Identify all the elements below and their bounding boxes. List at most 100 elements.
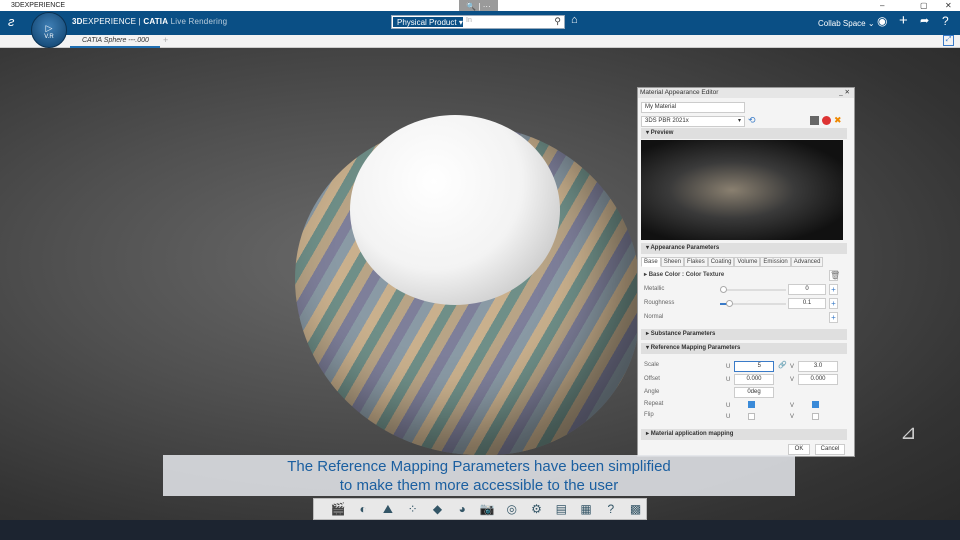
user-icon[interactable]: ◉ — [877, 14, 887, 28]
flip-v-checkbox[interactable] — [812, 413, 819, 420]
close-button[interactable]: ✕ — [945, 0, 952, 11]
tutorial-caption: The Reference Mapping Parameters have be… — [163, 455, 795, 496]
substance-icon[interactable] — [822, 116, 831, 125]
app-brand: 3DEXPERIENCE | CATIA Live Rendering — [72, 17, 228, 26]
u-label: U — [726, 377, 731, 383]
top-bar: ƨ 3DEXPERIENCE | CATIA Live Rendering Ph… — [0, 11, 960, 35]
offset-u-input[interactable]: 0.000 — [734, 374, 774, 385]
camera-icon[interactable]: 📷 — [477, 502, 498, 516]
v-label: V — [790, 403, 795, 409]
material-application-header[interactable]: ▸ Material application mapping — [641, 429, 847, 440]
trash-icon[interactable]: 🗑 — [829, 270, 840, 281]
tab-catia-sphere[interactable]: CATIA Sphere ---.000 — [70, 35, 160, 48]
link-icon[interactable]: 🔗 — [778, 361, 787, 369]
roughness-label: Roughness — [644, 300, 675, 306]
u-label: U — [726, 414, 731, 420]
substance-parameters-header[interactable]: ▸ Substance Parameters — [641, 329, 847, 340]
tag-icon[interactable]: ⌂ — [571, 14, 578, 26]
refresh-icon[interactable]: ⟲ — [748, 115, 756, 126]
v-label: V — [790, 364, 795, 370]
add-tab-button[interactable]: + — [163, 35, 168, 45]
roughness-slider[interactable] — [720, 300, 786, 307]
tab-flakes[interactable]: Flakes — [684, 257, 708, 267]
appearance-tabs: Base Sheen Flakes Coating Volume Emissio… — [641, 257, 824, 267]
panel-title: Material Appearance Editor _ ✕ — [638, 88, 854, 98]
add-icon[interactable]: + — [899, 12, 908, 29]
normal-add-button[interactable]: + — [829, 312, 838, 323]
tab-sheen[interactable]: Sheen — [660, 257, 685, 267]
axis-triad-icon[interactable]: ⊿ — [900, 420, 950, 460]
offset-v-input[interactable]: 0.000 — [798, 374, 838, 385]
offset-label: Offset — [644, 376, 660, 382]
metallic-slider[interactable] — [720, 286, 786, 293]
minimize-button[interactable]: – — [880, 0, 884, 11]
stage-icon[interactable]: ◆ — [427, 502, 448, 516]
close-material-icon[interactable]: ✖ — [834, 115, 842, 126]
tab-emission[interactable]: Emission — [760, 257, 791, 267]
roughness-add-button[interactable]: + — [829, 298, 838, 309]
scale-v-input[interactable]: 3.0 — [798, 361, 838, 372]
maximize-button[interactable]: ▢ — [920, 0, 928, 11]
u-label: U — [726, 364, 731, 370]
base-color-header[interactable]: ▸ Base Color : Color Texture — [644, 271, 724, 278]
material-name-input[interactable]: My Material — [641, 102, 745, 113]
repeat-label: Repeat — [644, 401, 664, 407]
environment-icon[interactable]: ⛰ — [378, 502, 399, 517]
fullscreen-icon[interactable]: ⤢ — [943, 35, 954, 46]
normal-label: Normal — [644, 314, 664, 320]
search-input[interactable]: In — [466, 17, 472, 24]
metallic-add-button[interactable]: + — [829, 284, 838, 295]
tab-advanced[interactable]: Advanced — [790, 257, 824, 267]
play-icon[interactable]: ▷ — [32, 23, 66, 34]
repeat-u-checkbox[interactable] — [748, 401, 755, 408]
preview-section-header[interactable]: ▾ Preview — [641, 128, 847, 139]
appearance-parameters-header[interactable]: ▾ Appearance Parameters — [641, 243, 847, 254]
white-sphere-model[interactable] — [350, 115, 560, 305]
cancel-button[interactable]: Cancel — [815, 444, 845, 455]
caption-line-2: to make them more accessible to the user — [339, 477, 619, 494]
appearance-icon[interactable]: ◐ — [353, 502, 374, 516]
repeat-v-checkbox[interactable] — [812, 401, 819, 408]
search-bar[interactable]: Physical Product ▾ In ⚲ — [391, 15, 565, 29]
compass-widget[interactable]: ▷ V.R — [31, 12, 67, 48]
scale-u-input[interactable]: 5 — [734, 361, 774, 372]
image-library-icon[interactable]: ▤ — [551, 502, 572, 516]
ds-logo-icon[interactable]: ƨ — [8, 14, 15, 29]
angle-label: Angle — [644, 389, 660, 395]
library-icon[interactable] — [810, 116, 819, 125]
tab-volume[interactable]: Volume — [734, 257, 761, 267]
flip-u-checkbox[interactable] — [748, 413, 755, 420]
bottom-action-bar: 🎬 ◐ ⛰ ⁘ ◆ ◕ 📷 ◎ ⚙ ▤ ▦ ? ▩ — [313, 498, 647, 520]
help-icon[interactable]: ? — [600, 502, 621, 516]
share-icon[interactable]: ➦ — [920, 14, 929, 27]
u-label: U — [726, 403, 731, 409]
tab-coating[interactable]: Coating — [707, 257, 735, 267]
roughness-input[interactable]: 0.1 — [788, 298, 826, 309]
tab-bar: CATIA Sphere ---.000 + ⤢ — [0, 35, 960, 48]
material-appearance-editor: Material Appearance Editor _ ✕ My Materia… — [637, 87, 855, 457]
reference-mapping-header[interactable]: ▾ Reference Mapping Parameters — [641, 343, 847, 354]
document-settings-icon[interactable]: ▦ — [576, 502, 597, 516]
search-icon[interactable]: ⚲ — [554, 16, 561, 27]
flip-label: Flip — [644, 412, 654, 418]
metallic-input[interactable]: 0 — [788, 284, 826, 295]
settings-icon[interactable]: ⚙ — [526, 502, 547, 516]
tab-base[interactable]: Base — [641, 257, 661, 267]
window-title: 3DEXPERIENCE — [11, 2, 66, 9]
v-label: V — [790, 377, 795, 383]
taskbar — [0, 520, 960, 540]
compass-version: V.R — [44, 34, 54, 40]
angle-input[interactable]: 0deg — [734, 387, 774, 398]
collab-space-dropdown[interactable]: Collab Space ⌄ — [818, 19, 875, 28]
animation-icon[interactable]: 🎬 — [328, 502, 349, 516]
lighting-icon[interactable]: ◕ — [452, 502, 473, 516]
help-icon[interactable]: ? — [942, 14, 949, 28]
shader-dropdown[interactable]: 3DS PBR 2021x ▾ — [641, 116, 745, 127]
materials-icon[interactable]: ⁘ — [402, 502, 423, 516]
render-icon[interactable]: ◎ — [501, 502, 522, 516]
search-scope-dropdown[interactable]: Physical Product ▾ — [392, 16, 464, 28]
texture-icon[interactable]: ▩ — [625, 502, 646, 516]
ok-button[interactable]: OK — [788, 444, 810, 455]
material-preview — [641, 140, 843, 240]
metallic-label: Metallic — [644, 286, 665, 292]
